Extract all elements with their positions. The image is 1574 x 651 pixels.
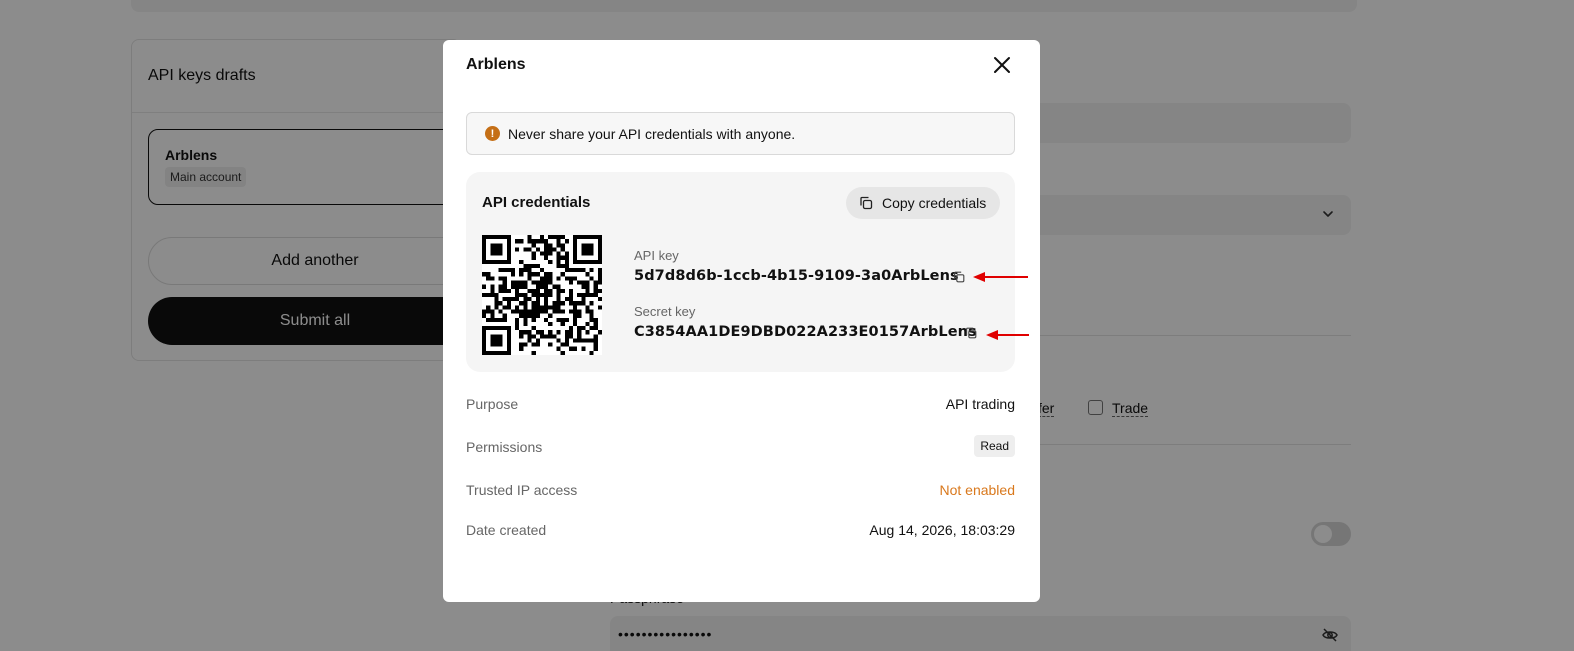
api-credentials-modal: Arblens ! Never share your API credentia… <box>443 40 1040 602</box>
detail-label: Trusted IP access <box>466 482 578 498</box>
detail-row-permissions: Permissions Read <box>466 435 1015 459</box>
copy-api-key-icon[interactable] <box>952 270 966 284</box>
annotation-arrow <box>973 272 1028 282</box>
api-key-label: API key <box>634 248 679 263</box>
api-key-value: 5d7d8d6b-1ccb-4b15-9109-3a0ArbLens <box>634 268 959 284</box>
api-credentials-panel: API credentials Copy credentials API key… <box>466 172 1015 372</box>
close-icon[interactable] <box>991 54 1013 76</box>
copy-credentials-label: Copy credentials <box>882 195 987 211</box>
detail-value: API trading <box>945 396 1015 412</box>
warning-icon: ! <box>485 126 500 141</box>
detail-label: Purpose <box>466 396 519 412</box>
secret-key-label: Secret key <box>634 304 696 319</box>
permission-badge: Read <box>974 435 1015 457</box>
copy-icon <box>860 196 873 210</box>
trusted-ip-status: Not enabled <box>939 482 1015 498</box>
modal-title: Arblens <box>466 56 526 73</box>
detail-value: Aug 14, 2026, 18:03:29 <box>869 522 1015 538</box>
detail-label: Date created <box>466 522 547 538</box>
secret-key-value: C3854AA1DE9DBD022A233E0157ArbLens <box>634 324 977 340</box>
security-warning: ! Never share your API credentials with … <box>466 112 1015 155</box>
copy-secret-key-icon[interactable] <box>964 326 978 340</box>
warning-text: Never share your API credentials with an… <box>508 126 796 142</box>
detail-row-date-created: Date created Aug 14, 2026, 18:03:29 <box>466 522 1015 542</box>
detail-label: Permissions <box>466 439 543 455</box>
qr-code <box>482 235 602 355</box>
detail-row-trusted-ip: Trusted IP access Not enabled <box>466 482 1015 502</box>
credentials-title: API credentials <box>482 194 591 211</box>
copy-credentials-button[interactable]: Copy credentials <box>846 187 1000 219</box>
annotation-arrow <box>986 330 1029 340</box>
detail-row-purpose: Purpose API trading <box>466 396 1015 416</box>
